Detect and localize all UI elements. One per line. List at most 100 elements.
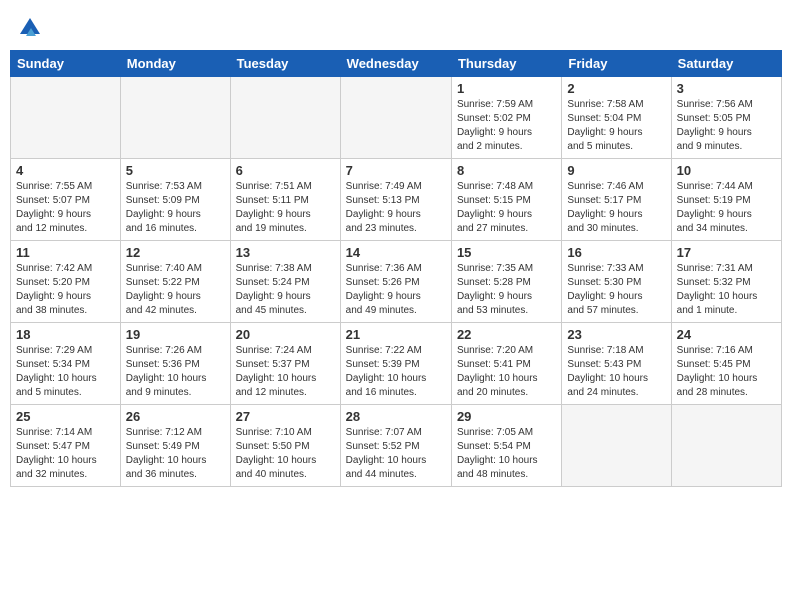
calendar-cell: 18 Sunrise: 7:29 AM Sunset: 5:34 PM Dayli… — [11, 323, 121, 405]
day-number: 13 — [236, 245, 335, 260]
day-number: 12 — [126, 245, 225, 260]
calendar-cell: 11 Sunrise: 7:42 AM Sunset: 5:20 PM Dayli… — [11, 241, 121, 323]
day-number: 5 — [126, 163, 225, 178]
day-info: Sunrise: 7:16 AM Sunset: 5:45 PM Dayligh… — [677, 344, 776, 400]
calendar-cell: 1 Sunrise: 7:59 AM Sunset: 5:02 PM Daylig… — [451, 77, 561, 159]
calendar-cell: 2Sunrise: 7:58 AM Sunset: 5:04 PM Daylig… — [562, 77, 671, 159]
calendar-cell: 15 Sunrise: 7:35 AM Sunset: 5:28 PM Dayli… — [451, 241, 561, 323]
day-number: 17 — [677, 245, 776, 260]
day-number: 15 — [457, 245, 556, 260]
calendar-cell — [230, 77, 340, 159]
calendar-cell — [671, 405, 781, 487]
column-header-monday: Monday — [120, 51, 230, 77]
day-info: Sunrise: 7:59 AM Sunset: 5:02 PM Dayligh… — [457, 98, 556, 154]
day-info: Sunrise: 7:40 AM Sunset: 5:22 PM Dayligh… — [126, 262, 225, 318]
day-info: Sunrise: 7:55 AM Sunset: 5:07 PM Dayligh… — [16, 180, 115, 236]
day-info: Sunrise: 7:56 AM Sunset: 5:05 PM Dayligh… — [677, 98, 776, 154]
day-number: 25 — [16, 409, 115, 424]
column-header-saturday: Saturday — [671, 51, 781, 77]
day-number: 20 — [236, 327, 335, 342]
calendar-cell: 19 Sunrise: 7:26 AM Sunset: 5:36 PM Dayli… — [120, 323, 230, 405]
day-number: 26 — [126, 409, 225, 424]
calendar-week-row: 4 Sunrise: 7:55 AM Sunset: 5:07 PM Daylig… — [11, 159, 782, 241]
calendar-cell: 8 Sunrise: 7:48 AM Sunset: 5:15 PM Daylig… — [451, 159, 561, 241]
column-header-wednesday: Wednesday — [340, 51, 451, 77]
day-info: Sunrise: 7:10 AM Sunset: 5:50 PM Dayligh… — [236, 426, 335, 482]
calendar-week-row: 11 Sunrise: 7:42 AM Sunset: 5:20 PM Dayli… — [11, 241, 782, 323]
calendar-cell: 7 Sunrise: 7:49 AM Sunset: 5:13 PM Daylig… — [340, 159, 451, 241]
calendar-week-row: 1 Sunrise: 7:59 AM Sunset: 5:02 PM Daylig… — [11, 77, 782, 159]
day-number: 24 — [677, 327, 776, 342]
day-number: 22 — [457, 327, 556, 342]
calendar-cell: 27 Sunrise: 7:10 AM Sunset: 5:50 PM Dayli… — [230, 405, 340, 487]
calendar-cell: 4 Sunrise: 7:55 AM Sunset: 5:07 PM Daylig… — [11, 159, 121, 241]
calendar-header-row: SundayMondayTuesdayWednesdayThursdayFrid… — [11, 51, 782, 77]
day-info: Sunrise: 7:58 AM Sunset: 5:04 PM Dayligh… — [567, 98, 665, 154]
day-info: Sunrise: 7:18 AM Sunset: 5:43 PM Dayligh… — [567, 344, 665, 400]
day-number: 19 — [126, 327, 225, 342]
day-number: 16 — [567, 245, 665, 260]
day-number: 18 — [16, 327, 115, 342]
calendar-cell: 25 Sunrise: 7:14 AM Sunset: 5:47 PM Dayli… — [11, 405, 121, 487]
day-info: Sunrise: 7:35 AM Sunset: 5:28 PM Dayligh… — [457, 262, 556, 318]
calendar-cell — [340, 77, 451, 159]
day-number: 4 — [16, 163, 115, 178]
day-info: Sunrise: 7:42 AM Sunset: 5:20 PM Dayligh… — [16, 262, 115, 318]
calendar-cell: 26 Sunrise: 7:12 AM Sunset: 5:49 PM Dayli… — [120, 405, 230, 487]
day-number: 1 — [457, 81, 556, 96]
day-info: Sunrise: 7:44 AM Sunset: 5:19 PM Dayligh… — [677, 180, 776, 236]
page-header — [10, 10, 782, 42]
column-header-friday: Friday — [562, 51, 671, 77]
day-number: 14 — [346, 245, 446, 260]
day-info: Sunrise: 7:22 AM Sunset: 5:39 PM Dayligh… — [346, 344, 446, 400]
day-number: 29 — [457, 409, 556, 424]
column-header-thursday: Thursday — [451, 51, 561, 77]
calendar-cell: 29 Sunrise: 7:05 AM Sunset: 5:54 PM Dayli… — [451, 405, 561, 487]
calendar-cell: 6Sunrise: 7:51 AM Sunset: 5:11 PM Daylig… — [230, 159, 340, 241]
calendar-cell: 23 Sunrise: 7:18 AM Sunset: 5:43 PM Dayli… — [562, 323, 671, 405]
day-info: Sunrise: 7:36 AM Sunset: 5:26 PM Dayligh… — [346, 262, 446, 318]
day-info: Sunrise: 7:51 AM Sunset: 5:11 PM Dayligh… — [236, 180, 335, 236]
calendar-cell: 24 Sunrise: 7:16 AM Sunset: 5:45 PM Dayli… — [671, 323, 781, 405]
calendar-cell — [120, 77, 230, 159]
calendar-week-row: 25 Sunrise: 7:14 AM Sunset: 5:47 PM Dayli… — [11, 405, 782, 487]
column-header-tuesday: Tuesday — [230, 51, 340, 77]
day-number: 9 — [567, 163, 665, 178]
day-info: Sunrise: 7:49 AM Sunset: 5:13 PM Dayligh… — [346, 180, 446, 236]
day-info: Sunrise: 7:12 AM Sunset: 5:49 PM Dayligh… — [126, 426, 225, 482]
day-number: 8 — [457, 163, 556, 178]
day-info: Sunrise: 7:20 AM Sunset: 5:41 PM Dayligh… — [457, 344, 556, 400]
calendar-cell: 3 Sunrise: 7:56 AM Sunset: 5:05 PM Daylig… — [671, 77, 781, 159]
day-number: 3 — [677, 81, 776, 96]
logo — [14, 14, 44, 42]
day-info: Sunrise: 7:14 AM Sunset: 5:47 PM Dayligh… — [16, 426, 115, 482]
day-number: 27 — [236, 409, 335, 424]
day-info: Sunrise: 7:46 AM Sunset: 5:17 PM Dayligh… — [567, 180, 665, 236]
calendar-cell: 10 Sunrise: 7:44 AM Sunset: 5:19 PM Dayli… — [671, 159, 781, 241]
day-info: Sunrise: 7:29 AM Sunset: 5:34 PM Dayligh… — [16, 344, 115, 400]
day-info: Sunrise: 7:24 AM Sunset: 5:37 PM Dayligh… — [236, 344, 335, 400]
column-header-sunday: Sunday — [11, 51, 121, 77]
calendar-cell — [11, 77, 121, 159]
calendar-table: SundayMondayTuesdayWednesdayThursdayFrid… — [10, 50, 782, 487]
day-number: 7 — [346, 163, 446, 178]
day-number: 11 — [16, 245, 115, 260]
day-info: Sunrise: 7:05 AM Sunset: 5:54 PM Dayligh… — [457, 426, 556, 482]
day-info: Sunrise: 7:31 AM Sunset: 5:32 PM Dayligh… — [677, 262, 776, 318]
day-info: Sunrise: 7:48 AM Sunset: 5:15 PM Dayligh… — [457, 180, 556, 236]
logo-icon — [16, 14, 44, 42]
calendar-cell: 5 Sunrise: 7:53 AM Sunset: 5:09 PM Daylig… — [120, 159, 230, 241]
day-info: Sunrise: 7:07 AM Sunset: 5:52 PM Dayligh… — [346, 426, 446, 482]
day-number: 23 — [567, 327, 665, 342]
calendar-cell: 9 Sunrise: 7:46 AM Sunset: 5:17 PM Daylig… — [562, 159, 671, 241]
day-info: Sunrise: 7:26 AM Sunset: 5:36 PM Dayligh… — [126, 344, 225, 400]
day-info: Sunrise: 7:38 AM Sunset: 5:24 PM Dayligh… — [236, 262, 335, 318]
calendar-cell: 20 Sunrise: 7:24 AM Sunset: 5:37 PM Dayli… — [230, 323, 340, 405]
day-number: 10 — [677, 163, 776, 178]
day-info: Sunrise: 7:53 AM Sunset: 5:09 PM Dayligh… — [126, 180, 225, 236]
calendar-cell: 28Sunrise: 7:07 AM Sunset: 5:52 PM Dayli… — [340, 405, 451, 487]
calendar-cell: 21 Sunrise: 7:22 AM Sunset: 5:39 PM Dayli… — [340, 323, 451, 405]
calendar-cell — [562, 405, 671, 487]
day-number: 21 — [346, 327, 446, 342]
calendar-cell: 17 Sunrise: 7:31 AM Sunset: 5:32 PM Dayli… — [671, 241, 781, 323]
